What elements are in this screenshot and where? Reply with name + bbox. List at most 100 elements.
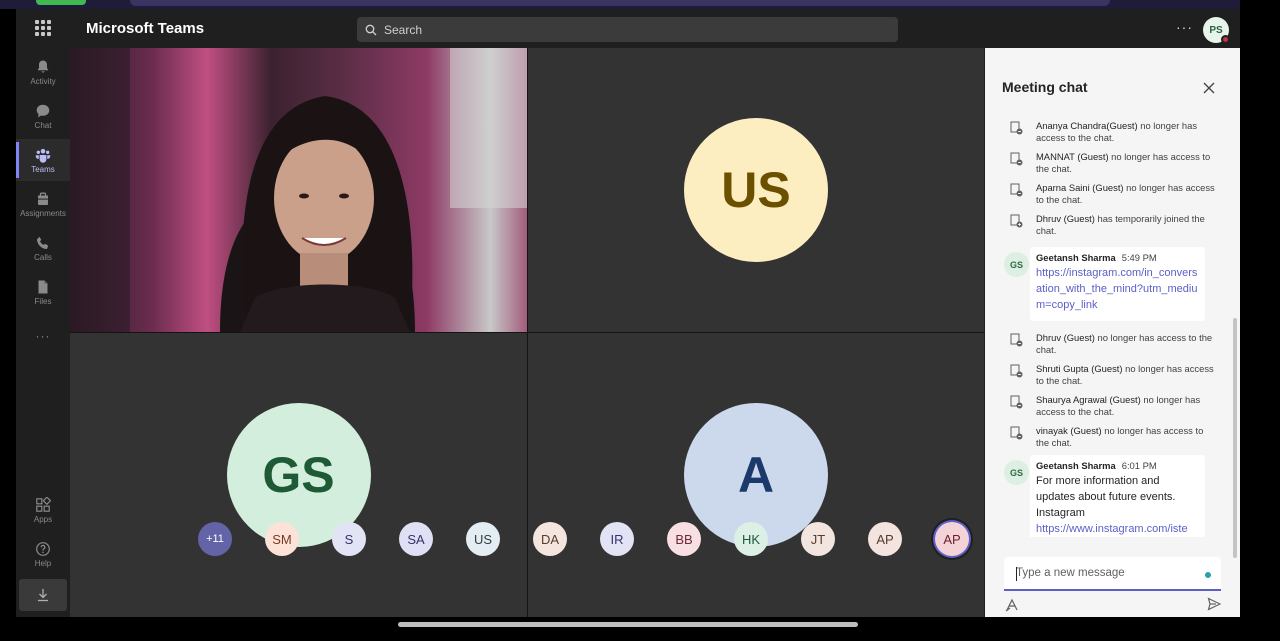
system-message-name: Ananya Chandra(Guest) — [1036, 120, 1138, 131]
help-icon — [36, 541, 50, 556]
sender-avatar[interactable]: GS — [1004, 460, 1029, 485]
sender-name: Geetansh Sharma — [1036, 252, 1116, 263]
bell-icon — [37, 60, 49, 73]
system-message: Dhruv (Guest) no longer has access to th… — [1010, 332, 1216, 355]
grammar-check-icon — [1205, 572, 1211, 578]
video-tile-a[interactable]: A — [528, 333, 984, 617]
app-bar: Activity Chat Teams Assignments Calls Fi… — [16, 49, 70, 617]
user-avatar[interactable]: PS — [1203, 17, 1230, 44]
participant-avatar-selected[interactable]: AP — [935, 522, 969, 556]
compose-placeholder: Type a new message — [1016, 567, 1125, 579]
participant-avatar[interactable]: BB — [667, 522, 701, 556]
participant-avatar-large: US — [684, 118, 828, 262]
compose-message-input[interactable]: Type a new message — [1004, 557, 1221, 591]
chat-message-list[interactable]: Ananya Chandra(Guest) no longer has acce… — [985, 112, 1240, 537]
browser-indicator — [36, 0, 86, 5]
leave-chat-icon — [1010, 395, 1023, 409]
sender-name: Geetansh Sharma — [1036, 460, 1116, 471]
sender-avatar[interactable]: GS — [1004, 252, 1029, 277]
rail-item-chat[interactable]: Chat — [16, 95, 70, 137]
browser-address-bar — [130, 0, 1110, 6]
more-options-icon[interactable]: ··· — [1176, 19, 1193, 35]
close-icon[interactable] — [1202, 81, 1216, 95]
participant-avatar[interactable]: AP — [868, 522, 902, 556]
rail-item-label: Files — [34, 296, 52, 306]
participant-avatar[interactable]: DA — [533, 522, 567, 556]
rail-item-apps[interactable]: Apps — [16, 489, 70, 531]
user-initials: PS — [1209, 24, 1223, 36]
file-icon — [38, 280, 48, 293]
message-time: 6:01 PM — [1121, 460, 1157, 471]
app-launcher-icon[interactable] — [35, 20, 51, 36]
assignments-icon — [38, 192, 48, 205]
rail-item-label: Teams — [31, 164, 55, 174]
video-tile-gs[interactable]: GS — [70, 333, 527, 617]
system-message: Aparna Saini (Guest) no longer has acces… — [1010, 182, 1216, 205]
rail-item-label: Help — [34, 558, 52, 568]
participant-avatar[interactable]: S — [332, 522, 366, 556]
message-header: Geetansh Sharma 5:49 PM — [1036, 252, 1199, 263]
browser-tab-strip — [0, 0, 1280, 9]
message-time: 5:49 PM — [1121, 252, 1157, 263]
rail-item-assignments[interactable]: Assignments — [16, 183, 70, 225]
download-icon — [38, 589, 48, 602]
chat-message: Geetansh Sharma 5:49 PM https://instagram… — [1030, 247, 1205, 321]
rail-item-files[interactable]: Files — [16, 271, 70, 313]
chat-title: Meeting chat — [1002, 79, 1088, 95]
message-link[interactable]: https://www.instagram.com/iste — [1036, 521, 1199, 537]
rail-item-label: Calls — [34, 252, 52, 262]
leave-chat-icon — [1010, 152, 1023, 166]
system-message: Ananya Chandra(Guest) no longer has acce… — [1010, 120, 1216, 143]
search-input[interactable]: Search — [357, 17, 898, 42]
system-message: Shaurya Agrawal (Guest) no longer has ac… — [1010, 394, 1216, 417]
format-icon[interactable] — [1005, 598, 1019, 612]
chat-scrollbar[interactable] — [1233, 318, 1237, 558]
system-message-name: Aparna Saini (Guest) — [1036, 182, 1124, 193]
participant-avatar[interactable]: SA — [399, 522, 433, 556]
video-tile-us[interactable]: US — [528, 48, 984, 332]
participant-avatar[interactable]: JT — [801, 522, 835, 556]
leave-chat-icon — [1010, 183, 1023, 197]
leave-chat-icon — [1010, 426, 1023, 440]
meeting-stage: US GS A +11 SM S SA US DA IR BB HK JT AP… — [70, 48, 984, 617]
search-placeholder: Search — [384, 22, 423, 37]
system-message-name: Shruti Gupta (Guest) — [1036, 363, 1123, 374]
leave-chat-icon — [1010, 121, 1023, 135]
rail-item-teams[interactable]: Teams — [16, 139, 70, 181]
download-button[interactable] — [19, 579, 67, 611]
home-indicator[interactable] — [398, 622, 858, 627]
video-tile-participant[interactable] — [70, 48, 527, 332]
participant-avatar[interactable]: US — [466, 522, 500, 556]
participant-avatar[interactable]: SM — [265, 522, 299, 556]
meeting-chat-panel: Meeting chat Ananya Chandra(Guest) no lo… — [985, 48, 1240, 617]
leave-chat-icon — [1010, 364, 1023, 378]
app-title: Microsoft Teams — [86, 20, 205, 37]
message-text: Instagram — [1036, 507, 1085, 519]
chat-icon — [36, 104, 50, 117]
system-bottom-bar — [0, 617, 1280, 641]
system-message-name: MANNAT (Guest) — [1036, 151, 1109, 162]
participant-avatar[interactable]: IR — [600, 522, 634, 556]
teams-icon — [35, 148, 51, 163]
rail-item-label: Activity — [30, 76, 56, 86]
teams-window: Microsoft Teams Search ··· PS Activity C… — [16, 9, 1240, 617]
more-participants-button[interactable]: +11 — [198, 522, 232, 556]
participant-avatar[interactable]: HK — [734, 522, 768, 556]
text-caret — [1016, 567, 1017, 581]
rail-item-help[interactable]: Help — [16, 533, 70, 575]
rail-item-activity[interactable]: Activity — [16, 51, 70, 93]
more-apps-icon[interactable]: ··· — [16, 329, 70, 343]
message-header: Geetansh Sharma 6:01 PM — [1036, 460, 1199, 471]
send-icon[interactable] — [1207, 597, 1221, 611]
message-link[interactable]: https://instagram.com/in_conversation_wi… — [1036, 267, 1197, 311]
rail-item-label: Assignments — [20, 208, 66, 218]
rail-item-calls[interactable]: Calls — [16, 227, 70, 269]
search-icon — [365, 24, 377, 35]
leave-chat-icon — [1010, 333, 1023, 347]
message-text: For more information and updates about f… — [1036, 475, 1176, 503]
participant-video-feed — [70, 48, 527, 332]
apps-icon — [36, 496, 51, 512]
presence-busy-icon — [1221, 35, 1230, 44]
system-message-name: vinayak (Guest) — [1036, 425, 1102, 436]
chat-message: Geetansh Sharma 6:01 PM For more informat… — [1030, 455, 1205, 537]
